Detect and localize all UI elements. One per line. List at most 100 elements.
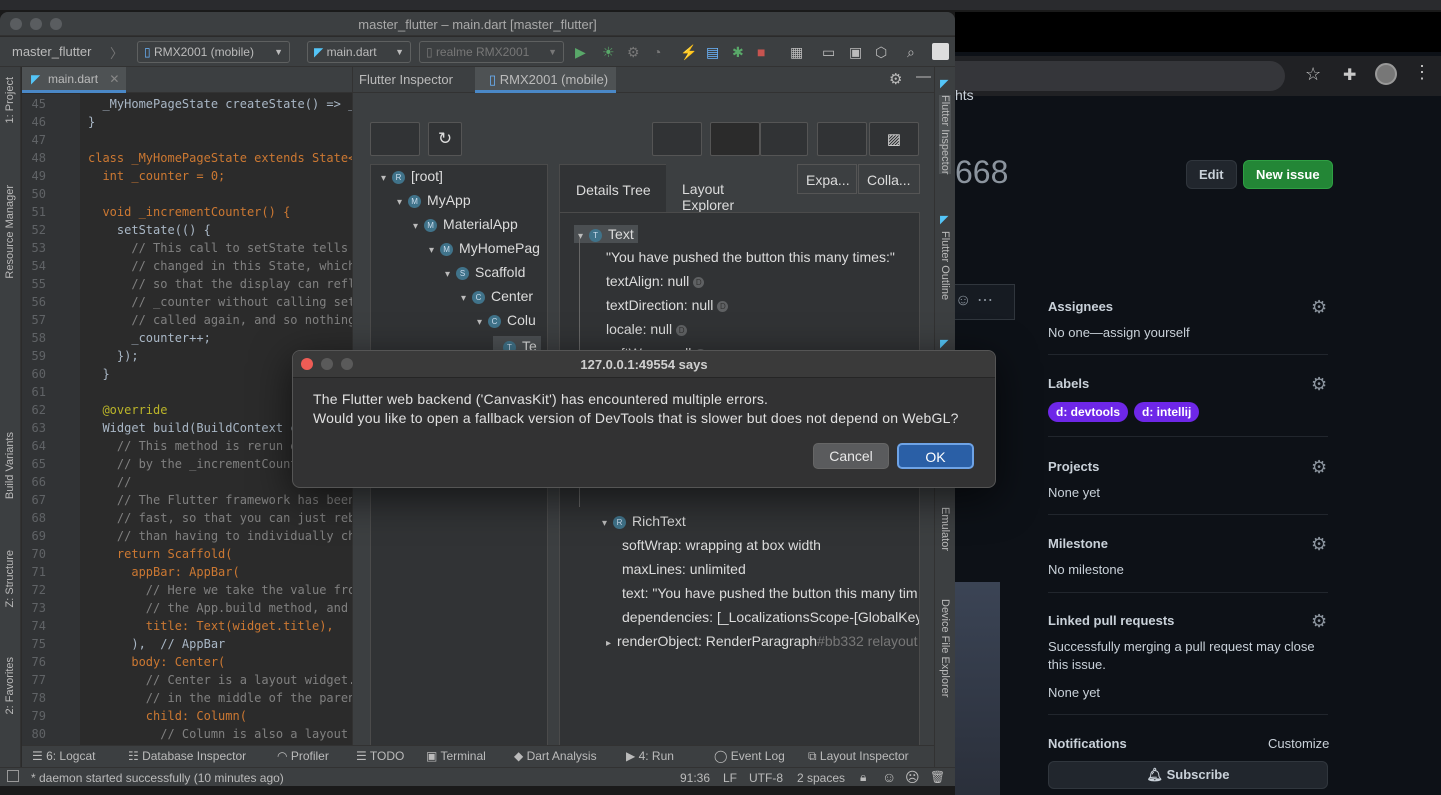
code-line[interactable]: // This method is rerun e bbox=[88, 439, 298, 453]
code-line[interactable]: child: Column( bbox=[88, 709, 247, 723]
tree-node[interactable]: ▾ M MyHomePag bbox=[429, 240, 540, 256]
gear-icon[interactable]: ⚙ bbox=[889, 70, 902, 88]
code-line[interactable]: ), // AppBar bbox=[88, 637, 225, 651]
details-row[interactable]: textDirection: null D bbox=[606, 297, 729, 313]
chevron-down-icon[interactable]: ▾ bbox=[461, 293, 466, 304]
details-row[interactable]: locale: null D bbox=[606, 321, 688, 337]
code-line[interactable]: // Column is also a layout w bbox=[88, 727, 352, 741]
device-manager-icon[interactable]: ▭ bbox=[822, 44, 835, 61]
code-line[interactable]: // The Flutter framework has been bbox=[88, 493, 352, 507]
label-intellij[interactable]: d: intellij bbox=[1134, 402, 1200, 422]
code-line[interactable]: // Center is a layout widget. bbox=[88, 673, 352, 687]
code-line[interactable]: } bbox=[88, 367, 109, 381]
tab-details-tree[interactable]: Details Tree bbox=[559, 164, 668, 212]
tool-database-inspector[interactable]: ☷ Database Inspector bbox=[128, 749, 246, 763]
label-devtools[interactable]: d: devtools bbox=[1048, 402, 1129, 422]
code-line[interactable]: int _counter = 0; bbox=[88, 169, 225, 183]
account-icon[interactable] bbox=[932, 43, 949, 60]
code-line[interactable]: // fast, so that you can just rebu bbox=[88, 511, 352, 525]
code-line[interactable]: // than having to individually cha bbox=[88, 529, 352, 543]
project-breadcrumb[interactable]: master_flutter bbox=[12, 44, 91, 59]
tool-emulator[interactable]: Emulator bbox=[939, 507, 951, 551]
customize-link[interactable]: Customize bbox=[1268, 736, 1329, 751]
assignees-heading[interactable]: Assignees bbox=[1048, 299, 1113, 314]
gear-icon[interactable]: ⚙ bbox=[1311, 374, 1327, 395]
profile-icon[interactable]: ◔ bbox=[653, 44, 661, 60]
code-line[interactable]: // This call to setState tells t bbox=[88, 241, 352, 255]
code-line[interactable]: @override bbox=[88, 403, 167, 417]
gear-icon[interactable]: ⚙ bbox=[1311, 457, 1327, 478]
code-line[interactable]: }); bbox=[88, 349, 139, 363]
tool-profiler[interactable]: ◠ Profiler bbox=[277, 749, 329, 763]
toolbar-toggle-4[interactable] bbox=[817, 122, 867, 156]
code-line[interactable]: // changed in this State, which bbox=[88, 259, 352, 273]
tool-logcat[interactable]: ☰ 6: Logcat bbox=[32, 749, 95, 763]
run-icon[interactable]: ▶ bbox=[575, 44, 586, 61]
project-structure-icon[interactable]: ▦ bbox=[790, 44, 803, 61]
milestone-heading[interactable]: Milestone bbox=[1048, 536, 1108, 551]
tool-flutter-outline[interactable]: Flutter Outline bbox=[939, 231, 951, 300]
url-bar[interactable] bbox=[955, 61, 1285, 91]
expand-all-button[interactable]: Expa... bbox=[797, 164, 857, 194]
caret-position[interactable]: 91:36 bbox=[680, 771, 710, 785]
code-line[interactable]: title: Text(widget.title), bbox=[88, 619, 334, 633]
chevron-down-icon[interactable]: ▾ bbox=[381, 173, 386, 184]
tab-layout-explorer[interactable]: Layout Explorer bbox=[666, 164, 796, 213]
tool-project[interactable]: 1: Project bbox=[4, 77, 16, 123]
tree-node[interactable]: ▾ M MyApp bbox=[397, 192, 471, 208]
panel-toggle-icon[interactable] bbox=[7, 770, 19, 782]
trash-icon[interactable]: 🗑︎ bbox=[930, 770, 945, 784]
lock-icon[interactable]: 🔒︎ bbox=[860, 770, 866, 785]
tool-build-variants[interactable]: Build Variants bbox=[4, 432, 16, 499]
page-tab-fragment[interactable]: hts bbox=[955, 87, 974, 103]
chevron-down-icon[interactable]: ▾ bbox=[477, 317, 482, 328]
projects-heading[interactable]: Projects bbox=[1048, 459, 1099, 474]
minimize-icon[interactable]: — bbox=[916, 68, 931, 85]
tool-structure[interactable]: Z: Structure bbox=[4, 550, 16, 607]
details-row[interactable]: maxLines: unlimited bbox=[622, 561, 746, 577]
chevron-down-icon[interactable]: ▾ bbox=[429, 245, 434, 256]
target-device-selector[interactable]: ▯ realme RMX2001 ▼ bbox=[419, 41, 564, 63]
chevron-down-icon[interactable]: ▾ bbox=[445, 269, 450, 280]
gear-icon[interactable]: ⚙ bbox=[1311, 297, 1327, 318]
tool-resource-manager[interactable]: Resource Manager bbox=[4, 185, 16, 279]
tree-node[interactable]: ▾ M MaterialApp bbox=[413, 216, 518, 232]
subscribe-button[interactable]: 🔔︎ Subscribe bbox=[1048, 761, 1328, 789]
frown-icon[interactable]: ☹ bbox=[905, 769, 920, 786]
code-line[interactable]: void _incrementCounter() { bbox=[88, 205, 290, 219]
code-line[interactable]: appBar: AppBar( bbox=[88, 565, 239, 579]
avatar[interactable] bbox=[1375, 63, 1397, 85]
code-line[interactable]: // _counter without calling setS bbox=[88, 295, 352, 309]
details-row[interactable]: softWrap: wrapping at box width bbox=[622, 537, 821, 553]
details-row[interactable]: text: "You have pushed the button this m… bbox=[622, 585, 918, 601]
inspector-toolbar-blank[interactable] bbox=[370, 122, 420, 156]
code-line[interactable]: _counter++; bbox=[88, 331, 210, 345]
tree-node[interactable]: ▾ C Center bbox=[461, 288, 533, 304]
refresh-button[interactable]: ↻ bbox=[428, 122, 462, 156]
cancel-button[interactable]: Cancel bbox=[813, 443, 889, 469]
indent-setting[interactable]: 2 spaces bbox=[797, 771, 845, 785]
line-separator[interactable]: LF bbox=[723, 771, 737, 785]
code-line[interactable]: // in the middle of the parent bbox=[88, 691, 352, 705]
search-icon[interactable]: ⌕ bbox=[907, 44, 915, 61]
avd-manager-icon[interactable]: ▣ bbox=[849, 44, 862, 61]
assignees-value[interactable]: No one—assign yourself bbox=[1048, 325, 1190, 340]
chevron-right-icon[interactable]: ▸ bbox=[606, 638, 611, 649]
tree-node[interactable]: ▾ C Colu bbox=[477, 312, 536, 328]
gear-icon[interactable]: ⚙ bbox=[1311, 534, 1327, 555]
emoji-icon[interactable]: ☺ bbox=[955, 292, 971, 310]
attach-icon[interactable]: ⚙ bbox=[627, 44, 640, 61]
hot-restart-icon[interactable]: ▤ bbox=[706, 44, 719, 61]
code-line[interactable]: } bbox=[88, 115, 95, 129]
tool-flutter-inspector[interactable]: Flutter Inspector bbox=[939, 95, 951, 175]
code-line[interactable]: // Here we take the value from bbox=[88, 583, 352, 597]
sdk-manager-icon[interactable]: ⬡ bbox=[875, 44, 887, 61]
extensions-icon[interactable]: ✚ bbox=[1343, 65, 1356, 85]
tool-event-log[interactable]: ◯ Event Log bbox=[714, 749, 785, 763]
toolbar-toggle-1[interactable] bbox=[652, 122, 702, 156]
debug-icon[interactable]: ☀ bbox=[602, 44, 615, 61]
chevron-down-icon[interactable]: ▾ bbox=[602, 518, 607, 529]
tool-layout-inspector[interactable]: ⧉ Layout Inspector bbox=[808, 749, 909, 764]
tool-favorites[interactable]: 2: Favorites bbox=[4, 657, 16, 714]
toolbar-toggle-3[interactable] bbox=[760, 122, 808, 156]
